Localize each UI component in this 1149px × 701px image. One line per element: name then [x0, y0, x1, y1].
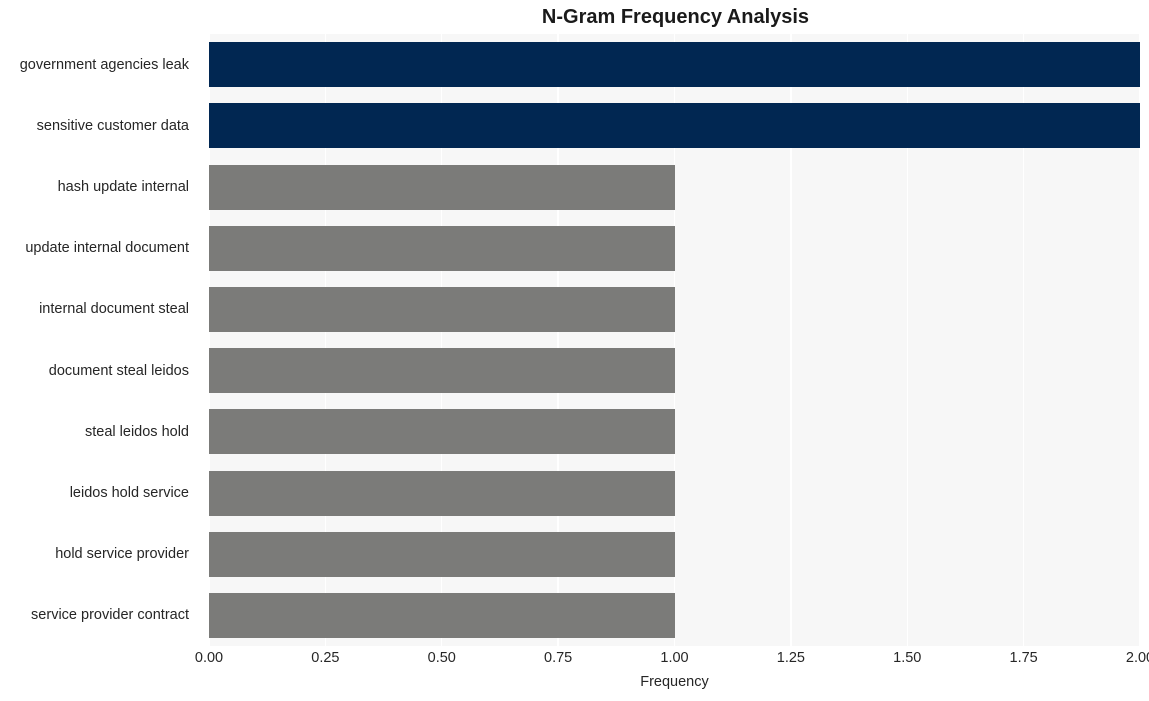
x-axis-tick-label: 1.00 [660, 650, 689, 666]
x-axis-tick-label: 1.75 [1009, 650, 1038, 666]
x-axis-tick-label: 2.00 [1125, 650, 1149, 666]
y-axis-tick-label: document steal leidos [48, 362, 189, 379]
y-axis-tick-labels: government agencies leak sensitive custom… [0, 34, 1149, 646]
y-axis-tick-label: leidos hold service [69, 485, 189, 501]
x-axis-tick-label: 1.25 [776, 650, 805, 666]
chart-title: N-Gram Frequency Analysis [541, 6, 810, 28]
y-axis-tick-label: internal document steal [39, 301, 189, 318]
y-axis-tick-label: government agencies leak [19, 56, 189, 73]
y-axis-tick-label: sensitive customer data [36, 117, 189, 134]
x-axis-tick-label: 0.50 [427, 650, 456, 666]
x-axis-tick-label: 1.50 [893, 650, 922, 666]
y-axis-tick-label: hash update internal [57, 179, 189, 195]
chart-figure: N-Gram Frequency Analysis government age… [0, 0, 1149, 701]
x-axis-tick-label: 0.25 [311, 650, 340, 666]
x-axis-tick-labels: 0.00 0.25 0.50 0.75 1.00 1.25 1.50 1.75 2.00 [195, 650, 1149, 672]
x-axis-tick-label: 0.75 [544, 650, 573, 666]
y-axis-tick-label: service provider contract [31, 607, 189, 624]
y-axis-tick-label: hold service provider [55, 546, 189, 563]
x-axis-tick-label: 0.00 [194, 650, 224, 666]
x-axis-title: Frequency [640, 674, 709, 690]
y-axis-tick-label: update internal document [25, 240, 189, 257]
y-axis-tick-label: steal leidos hold [85, 423, 189, 440]
